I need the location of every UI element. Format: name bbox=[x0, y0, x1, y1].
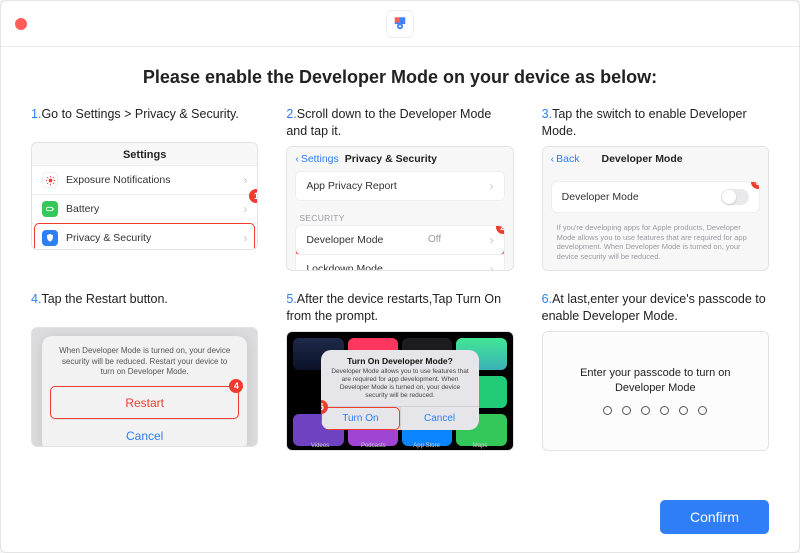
step-5: 5.After the device restarts,Tap Turn On … bbox=[286, 291, 513, 451]
passcode-dot bbox=[641, 406, 650, 415]
chevron-right-icon: › bbox=[243, 202, 247, 216]
step-6-label: 6.At last,enter your device's passcode t… bbox=[542, 291, 769, 325]
settings-row-battery: Battery› 1 bbox=[32, 194, 257, 223]
passcode-prompt: Enter your passcode to turn on Developer… bbox=[543, 366, 768, 396]
turn-on-button: Turn On 5 bbox=[321, 407, 399, 430]
screenshot-settings-list: Settings Exposure Notifications› Battery… bbox=[31, 142, 258, 250]
group-app-privacy: App Privacy Report› bbox=[295, 171, 504, 201]
app-window: Please enable the Developer Mode on your… bbox=[0, 0, 800, 553]
passcode-dot bbox=[660, 406, 669, 415]
steps-grid: 1.Go to Settings > Privacy & Security. S… bbox=[31, 106, 769, 451]
titlebar bbox=[1, 1, 799, 47]
passcode-dot bbox=[603, 406, 612, 415]
turn-on-dialog: Turn On Developer Mode? Developer Mode a… bbox=[321, 350, 478, 431]
step-4: 4.Tap the Restart button. When Developer… bbox=[31, 291, 258, 451]
back-button: ‹ Settings bbox=[295, 153, 338, 165]
step-6: 6.At last,enter your device's passcode t… bbox=[542, 291, 769, 451]
alert-message: When Developer Mode is turned on, your d… bbox=[52, 344, 237, 386]
toggle-switch bbox=[721, 189, 749, 205]
dialog-message: Developer Mode allows you to use feature… bbox=[321, 368, 478, 407]
step-1-label: 1.Go to Settings > Privacy & Security. bbox=[31, 106, 258, 136]
group-security: Developer ModeOff› Lockdown Mode› 2 bbox=[295, 225, 504, 271]
chevron-right-icon: › bbox=[490, 262, 494, 271]
step-4-label: 4.Tap the Restart button. bbox=[31, 291, 258, 321]
settings-row-privacy: Privacy & Security› bbox=[32, 223, 257, 250]
map-pin-icon bbox=[391, 15, 409, 33]
row-app-privacy-report: App Privacy Report› bbox=[296, 172, 503, 200]
row-lockdown-mode: Lockdown Mode› bbox=[296, 254, 503, 271]
restart-button: Restart bbox=[52, 386, 237, 419]
cancel-button: Cancel bbox=[52, 419, 237, 447]
screenshot-developer-mode: ‹ Back Developer Mode Developer Mode 3 I… bbox=[542, 146, 769, 271]
group-dev-toggle: Developer Mode 3 bbox=[551, 181, 760, 213]
alert-sheet: When Developer Mode is turned on, your d… bbox=[42, 336, 247, 447]
battery-icon bbox=[42, 201, 58, 217]
step-3-label: 3.Tap the switch to enable Developer Mod… bbox=[542, 106, 769, 140]
footer: Confirm bbox=[1, 486, 799, 552]
screenshot-turnon-dialog: VideosPodcastsApp StoreMaps Turn On Deve… bbox=[286, 331, 513, 451]
step-2: 2.Scroll down to the Developer Mode and … bbox=[286, 106, 513, 271]
screenshot-privacy-security: ‹ Settings Privacy & Security App Privac… bbox=[286, 146, 513, 271]
screenshot-restart-alert: When Developer Mode is turned on, your d… bbox=[31, 327, 258, 447]
screenshot-passcode: Enter your passcode to turn on Developer… bbox=[542, 331, 769, 451]
privacy-icon bbox=[42, 230, 58, 246]
passcode-dot bbox=[622, 406, 631, 415]
chevron-right-icon: › bbox=[490, 179, 494, 193]
passcode-dot bbox=[698, 406, 707, 415]
chevron-right-icon: › bbox=[243, 231, 247, 245]
section-label-security: SECURITY bbox=[287, 207, 512, 225]
dialog-cancel-button: Cancel bbox=[400, 407, 479, 430]
confirm-button[interactable]: Confirm bbox=[660, 500, 769, 534]
window-controls bbox=[15, 18, 27, 30]
content-area: Please enable the Developer Mode on your… bbox=[1, 47, 799, 486]
row-developer-mode-toggle: Developer Mode bbox=[552, 182, 759, 212]
settings-header: Settings bbox=[32, 143, 257, 165]
step-1: 1.Go to Settings > Privacy & Security. S… bbox=[31, 106, 258, 271]
step-badge-1: 1 bbox=[249, 189, 258, 203]
dialog-title: Turn On Developer Mode? bbox=[321, 350, 478, 368]
step-badge-4: 4 bbox=[229, 379, 243, 393]
dock-labels: VideosPodcastsApp StoreMaps bbox=[293, 443, 506, 449]
app-logo bbox=[386, 10, 414, 38]
close-window-button[interactable] bbox=[15, 18, 27, 30]
passcode-dot bbox=[679, 406, 688, 415]
exposure-icon bbox=[42, 172, 58, 188]
developer-mode-note: If you're developing apps for Apple prod… bbox=[543, 219, 768, 268]
row-developer-mode: Developer ModeOff› bbox=[296, 226, 503, 254]
step-3: 3.Tap the switch to enable Developer Mod… bbox=[542, 106, 769, 271]
back-button: ‹ Back bbox=[551, 153, 580, 165]
chevron-right-icon: › bbox=[490, 233, 494, 247]
step-5-label: 5.After the device restarts,Tap Turn On … bbox=[286, 291, 513, 325]
nav-bar: ‹ Settings Privacy & Security bbox=[287, 147, 512, 171]
nav-bar: ‹ Back Developer Mode bbox=[543, 147, 768, 171]
settings-row-exposure: Exposure Notifications› bbox=[32, 165, 257, 194]
step-2-label: 2.Scroll down to the Developer Mode and … bbox=[286, 106, 513, 140]
chevron-right-icon: › bbox=[243, 173, 247, 187]
passcode-dots bbox=[603, 406, 707, 415]
page-title: Please enable the Developer Mode on your… bbox=[31, 67, 769, 88]
